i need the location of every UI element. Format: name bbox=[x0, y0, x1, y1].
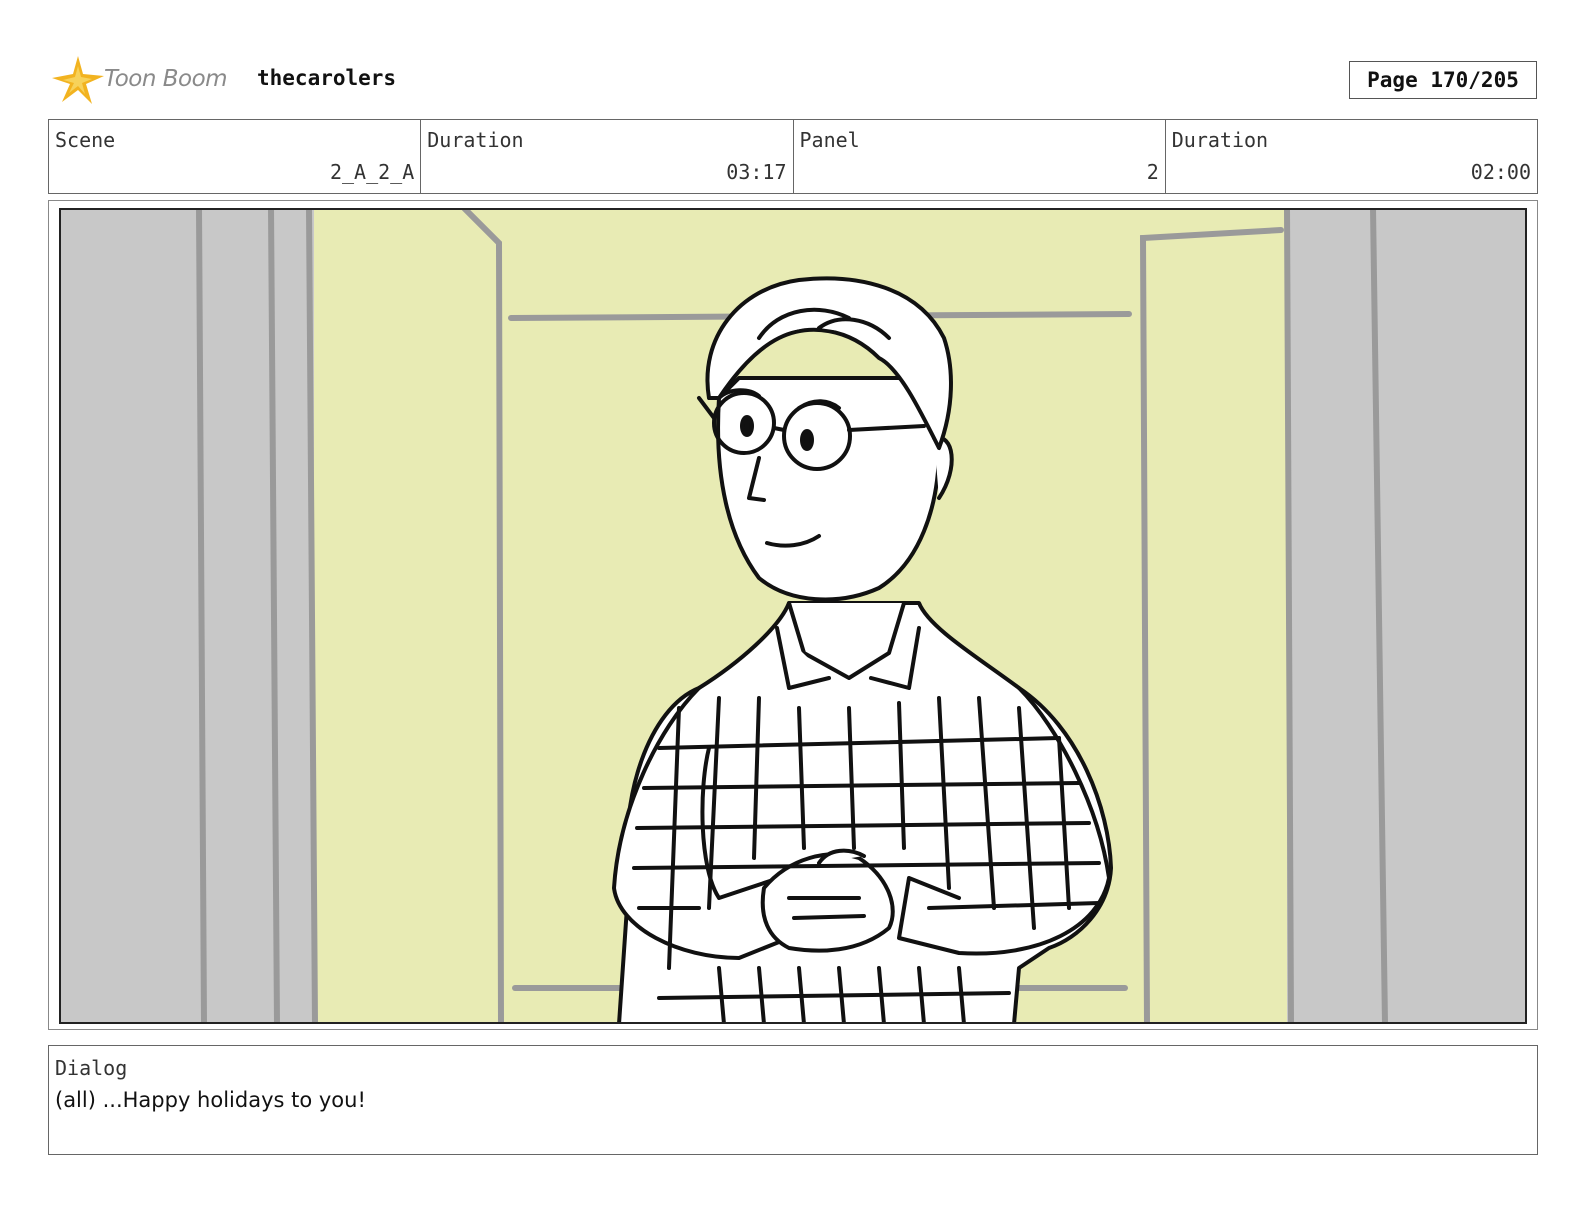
dialog-box: Dialog (all) ...Happy holidays to you! bbox=[48, 1045, 1538, 1155]
panel-value: 2 bbox=[1146, 160, 1159, 184]
page-number: Page 170/205 bbox=[1349, 61, 1537, 99]
storyboard-panel bbox=[48, 200, 1538, 1030]
panel-label: Panel bbox=[799, 128, 860, 152]
scene-duration-label: Duration bbox=[427, 128, 524, 152]
right-door-panel bbox=[1287, 208, 1527, 1024]
panel-duration-cell: Duration 02:00 bbox=[1166, 120, 1537, 193]
panel-duration-label: Duration bbox=[1171, 128, 1269, 152]
brand-name: Toon Boom bbox=[104, 66, 228, 92]
scene-duration-value: 03:17 bbox=[726, 160, 787, 184]
panel-cell: Panel 2 bbox=[794, 120, 1166, 193]
panel-drawing bbox=[59, 208, 1527, 1024]
panel-duration-value: 02:00 bbox=[1470, 160, 1531, 184]
scene-info-row: Scene 2_A_2_A Duration 03:17 Panel 2 Dur… bbox=[48, 119, 1538, 194]
scene-value: 2_A_2_A bbox=[329, 160, 415, 184]
scene-label: Scene bbox=[55, 128, 116, 152]
scene-cell: Scene 2_A_2_A bbox=[49, 120, 422, 193]
starburst-icon bbox=[52, 56, 104, 104]
dialog-label: Dialog bbox=[55, 1056, 128, 1080]
toon-boom-logo: Toon Boom bbox=[50, 54, 240, 108]
dialog-text: (all) ...Happy holidays to you! bbox=[55, 1088, 366, 1112]
scene-duration-cell: Duration 03:17 bbox=[421, 120, 794, 193]
project-title: thecarolers bbox=[257, 66, 397, 90]
